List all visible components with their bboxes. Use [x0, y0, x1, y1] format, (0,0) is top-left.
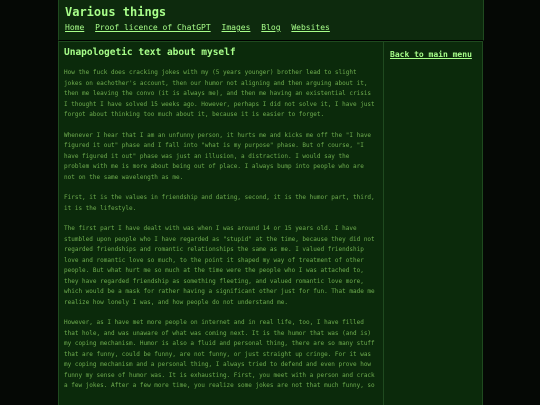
back-to-main-menu-link[interactable]: Back to main menu: [390, 50, 472, 59]
sidebar: Back to main menu: [383, 41, 483, 405]
post-paragraph: First, it is the values in friendship an…: [64, 194, 375, 212]
post-content-panel: Unapologetic text about myself How the f…: [58, 41, 384, 405]
post-title: Unapologetic text about myself: [64, 47, 236, 58]
nav-link-websites[interactable]: Websites: [291, 23, 330, 32]
site-header: Various things Home Proof licence of Cha…: [58, 0, 484, 41]
nav-link-images[interactable]: Images: [222, 23, 251, 32]
nav-link-home[interactable]: Home: [65, 23, 84, 32]
post-paragraph: Whenever I hear that I am an unfunny per…: [64, 131, 372, 181]
post-body: How the fuck does cracking jokes with my…: [64, 68, 378, 402]
post-paragraph: However, as I have met more people on in…: [64, 319, 375, 389]
main-nav: Home Proof licence of ChatGPT Images Blo…: [65, 23, 336, 32]
nav-link-proof-licence[interactable]: Proof licence of ChatGPT: [95, 23, 211, 32]
nav-link-blog[interactable]: Blog: [261, 23, 280, 32]
site-title: Various things: [65, 5, 167, 19]
post-paragraph: How the fuck does cracking jokes with my…: [64, 69, 375, 118]
post-paragraph: The first part I have dealt with was whe…: [64, 225, 375, 306]
